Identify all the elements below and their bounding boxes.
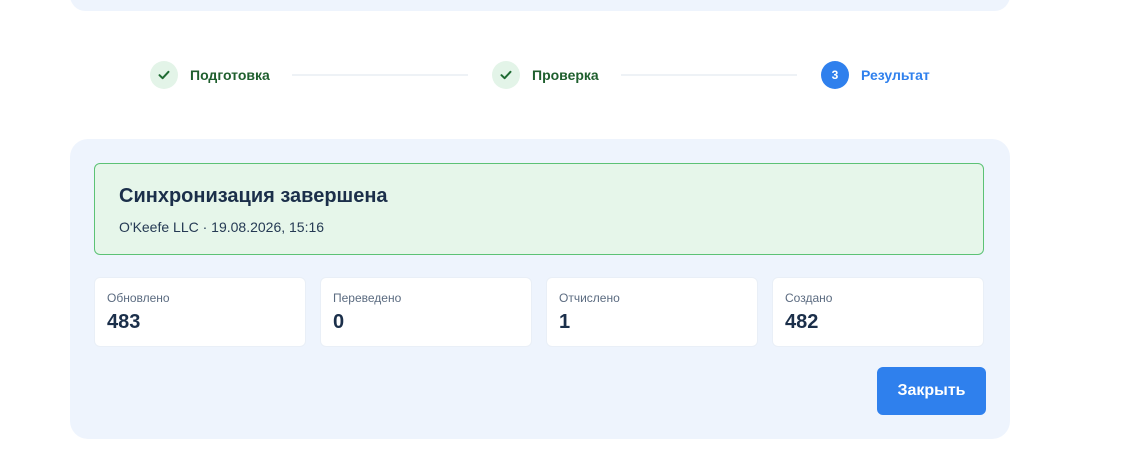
stat-value: 482: [785, 311, 819, 333]
step-result: 3 Результат: [821, 61, 930, 89]
success-banner: Синхронизация завершена O'Keefe LLC · 19…: [94, 163, 984, 255]
stat-transferred: Переведено 0: [320, 277, 532, 347]
step-label: Проверка: [532, 67, 599, 83]
sync-wizard-page: Подготовка Проверка 3 Результат Синхрони…: [0, 0, 1127, 471]
success-title: Синхронизация завершена: [119, 185, 388, 207]
step-label: Результат: [861, 67, 930, 83]
step-verification: Проверка: [492, 61, 599, 89]
step-connector: [621, 74, 797, 76]
check-icon: [150, 61, 178, 89]
stat-label: Обновлено: [107, 291, 170, 305]
step-connector: [292, 74, 468, 76]
step-preparation: Подготовка: [150, 61, 270, 89]
stat-label: Создано: [785, 291, 833, 305]
success-subtitle: O'Keefe LLC · 19.08.2026, 15:16: [119, 219, 325, 235]
check-icon: [492, 61, 520, 89]
close-button[interactable]: Закрыть: [877, 367, 986, 415]
stat-expelled: Отчислено 1: [546, 277, 758, 347]
step-label: Подготовка: [190, 67, 270, 83]
stat-label: Переведено: [333, 291, 402, 305]
stepper: Подготовка Проверка 3 Результат: [150, 61, 940, 89]
stat-label: Отчислено: [559, 291, 620, 305]
result-card: Синхронизация завершена O'Keefe LLC · 19…: [70, 139, 1010, 439]
stat-value: 0: [333, 311, 345, 333]
previous-card: [70, 0, 1010, 11]
step-number-badge: 3: [821, 61, 849, 89]
stat-created: Создано 482: [772, 277, 984, 347]
stat-value: 483: [107, 311, 141, 333]
stats-row: Обновлено 483 Переведено 0 Отчислено 1 С…: [94, 277, 986, 347]
stat-value: 1: [559, 311, 571, 333]
stat-updated: Обновлено 483: [94, 277, 306, 347]
